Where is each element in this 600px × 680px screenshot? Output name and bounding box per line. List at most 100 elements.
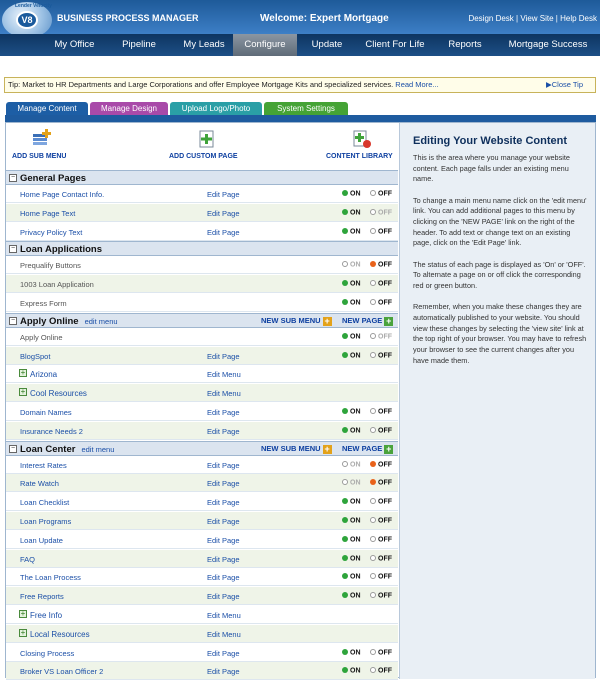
status-on-toggle[interactable]: ON <box>342 190 361 198</box>
edit-page-link[interactable]: Edit Page <box>207 498 240 507</box>
nav-item-configure[interactable]: Configure <box>233 34 297 56</box>
read-more-link[interactable]: Read More... <box>395 80 438 89</box>
edit-menu-link[interactable]: Edit Menu <box>207 389 241 398</box>
edit-page-link[interactable]: Edit Page <box>207 479 240 488</box>
collapse-icon[interactable]: − <box>9 245 17 254</box>
collapse-icon[interactable]: − <box>9 316 17 325</box>
status-on-toggle[interactable]: ON <box>342 227 361 235</box>
edit-page-link[interactable]: Edit Page <box>207 517 240 526</box>
close-tip-button[interactable]: ▶Close Tip <box>546 78 583 92</box>
expand-icon[interactable]: + <box>19 628 27 637</box>
status-off-toggle[interactable]: OFF <box>370 332 392 340</box>
edit-menu-link[interactable]: edit menu <box>81 445 114 454</box>
page-name[interactable]: Insurance Needs 2 <box>20 427 83 436</box>
status-on-toggle[interactable]: ON <box>342 648 361 656</box>
content-library-button[interactable]: CONTENT LIBRARY <box>326 153 393 160</box>
new-page-button[interactable]: NEW PAGE + <box>342 316 394 326</box>
add-sub-menu-icon[interactable] <box>31 129 53 149</box>
page-name[interactable]: Privacy Policy Text <box>20 228 82 237</box>
status-off-toggle[interactable]: OFF <box>370 573 392 581</box>
tab-manage-content[interactable]: Manage Content <box>6 102 88 115</box>
status-off-toggle[interactable]: OFF <box>370 299 392 307</box>
page-name[interactable]: BlogSpot <box>20 352 50 361</box>
content-library-icon[interactable] <box>352 129 372 149</box>
status-on-toggle[interactable]: ON <box>342 299 361 307</box>
page-name[interactable]: Closing Process <box>20 649 74 658</box>
submenu-link[interactable]: Cool Resources <box>30 389 87 398</box>
status-on-toggle[interactable]: ON <box>342 667 361 675</box>
edit-menu-link[interactable]: Edit Menu <box>207 630 241 639</box>
edit-page-link[interactable]: Edit Page <box>207 667 240 676</box>
status-off-toggle[interactable]: OFF <box>370 479 392 487</box>
page-name[interactable]: The Loan Process <box>20 573 81 582</box>
page-name[interactable]: Domain Names <box>20 408 72 417</box>
status-off-toggle[interactable]: OFF <box>370 227 392 235</box>
status-off-toggle[interactable]: OFF <box>370 554 392 562</box>
status-off-toggle[interactable]: OFF <box>370 460 392 468</box>
status-on-toggle[interactable]: ON <box>342 426 361 434</box>
status-on-toggle[interactable]: ON <box>342 498 361 506</box>
status-on-toggle[interactable]: ON <box>342 517 361 525</box>
page-name[interactable]: Interest Rates <box>20 461 67 470</box>
status-off-toggle[interactable]: OFF <box>370 592 392 600</box>
page-name[interactable]: FAQ <box>20 555 35 564</box>
status-on-toggle[interactable]: ON <box>342 332 361 340</box>
status-on-toggle[interactable]: ON <box>342 573 361 581</box>
page-name[interactable]: Home Page Text <box>20 209 75 218</box>
status-on-toggle[interactable]: ON <box>342 408 361 416</box>
page-name[interactable]: Broker VS Loan Officer 2 <box>20 667 103 676</box>
edit-menu-link[interactable]: Edit Menu <box>207 370 241 379</box>
status-on-toggle[interactable]: ON <box>342 351 361 359</box>
add-custom-page-button[interactable]: ADD CUSTOM PAGE <box>169 153 238 160</box>
nav-item-update[interactable]: Update <box>302 34 352 56</box>
help-desk-link[interactable]: Help Desk <box>560 14 597 23</box>
nav-item-my-leads[interactable]: My Leads <box>175 34 233 56</box>
status-off-toggle[interactable]: OFF <box>370 648 392 656</box>
status-on-toggle[interactable]: ON <box>342 208 361 216</box>
status-on-toggle[interactable]: ON <box>342 535 361 543</box>
submenu-link[interactable]: Local Resources <box>30 630 90 639</box>
status-off-toggle[interactable]: OFF <box>370 667 392 675</box>
status-off-toggle[interactable]: OFF <box>370 535 392 543</box>
edit-page-link[interactable]: Edit Page <box>207 649 240 658</box>
edit-page-link[interactable]: Edit Page <box>207 228 240 237</box>
design-desk-link[interactable]: Design Desk <box>468 14 513 23</box>
new-page-button[interactable]: NEW PAGE + <box>342 444 394 454</box>
submenu-link[interactable]: Arizona <box>30 370 57 379</box>
nav-item-my-office[interactable]: My Office <box>38 34 111 56</box>
nav-item-reports[interactable]: Reports <box>437 34 493 56</box>
page-name[interactable]: Loan Update <box>20 536 63 545</box>
new-sub-menu-button[interactable]: NEW SUB MENU + <box>261 444 332 454</box>
edit-page-link[interactable]: Edit Page <box>207 427 240 436</box>
nav-item-pipeline[interactable]: Pipeline <box>113 34 165 56</box>
submenu-link[interactable]: Free Info <box>30 611 62 620</box>
new-sub-menu-button[interactable]: NEW SUB MENU + <box>261 316 332 326</box>
edit-page-link[interactable]: Edit Page <box>207 592 240 601</box>
status-off-toggle[interactable]: OFF <box>370 261 392 269</box>
edit-page-link[interactable]: Edit Page <box>207 408 240 417</box>
status-on-toggle[interactable]: ON <box>342 460 361 468</box>
status-off-toggle[interactable]: OFF <box>370 190 392 198</box>
tab-system-settings[interactable]: System Settings <box>264 102 348 115</box>
nav-item-client-for-life[interactable]: Client For Life <box>360 34 430 56</box>
edit-page-link[interactable]: Edit Page <box>207 536 240 545</box>
view-site-link[interactable]: View Site <box>520 14 553 23</box>
status-off-toggle[interactable]: OFF <box>370 280 392 288</box>
edit-menu-link[interactable]: edit menu <box>85 317 118 326</box>
edit-page-link[interactable]: Edit Page <box>207 352 240 361</box>
status-off-toggle[interactable]: OFF <box>370 426 392 434</box>
status-on-toggle[interactable]: ON <box>342 479 361 487</box>
page-name[interactable]: Free Reports <box>20 592 64 601</box>
edit-page-link[interactable]: Edit Page <box>207 573 240 582</box>
edit-menu-link[interactable]: Edit Menu <box>207 611 241 620</box>
status-off-toggle[interactable]: OFF <box>370 351 392 359</box>
edit-page-link[interactable]: Edit Page <box>207 461 240 470</box>
expand-icon[interactable]: + <box>19 369 27 378</box>
expand-icon[interactable]: + <box>19 610 27 618</box>
tab-upload-logo-photo[interactable]: Upload Logo/Photo <box>170 102 262 115</box>
edit-page-link[interactable]: Edit Page <box>207 555 240 564</box>
add-page-icon[interactable] <box>198 129 216 149</box>
status-on-toggle[interactable]: ON <box>342 554 361 562</box>
collapse-icon[interactable]: − <box>9 174 17 182</box>
expand-icon[interactable]: + <box>19 388 27 397</box>
